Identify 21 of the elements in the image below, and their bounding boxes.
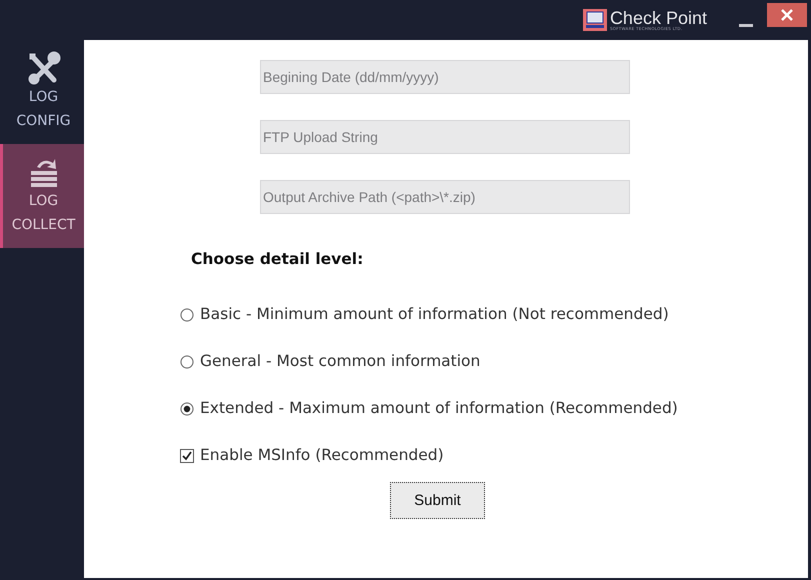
- close-button[interactable]: [767, 3, 807, 27]
- computer-logo-icon: [582, 9, 607, 31]
- option-label: General - Most common information: [200, 351, 480, 372]
- minimize-icon[interactable]: [739, 24, 753, 26]
- logo-text: Check Point: [610, 9, 707, 27]
- wrench-screwdriver-icon: [26, 51, 60, 85]
- close-icon: [780, 8, 794, 22]
- radio-button[interactable]: [180, 402, 194, 416]
- radio-button[interactable]: [180, 308, 194, 322]
- section-heading: Choose detail level:: [191, 250, 364, 268]
- submit-button[interactable]: Submit: [390, 482, 485, 519]
- checkbox[interactable]: [180, 448, 194, 462]
- input-field[interactable]: FTP Upload String: [260, 120, 630, 154]
- checkbox-label: Enable MSInfo (Recommended): [200, 445, 444, 466]
- option-label: Extended - Maximum amount of information (Recommended): [200, 398, 678, 419]
- sidebar-item[interactable]: LOG CONFIG: [0, 40, 84, 144]
- option-label: Basic - Minimum amount of information (Not recommended): [200, 304, 669, 325]
- input-field[interactable]: Output Archive Path (<path>\*.zip): [260, 180, 630, 214]
- input-field[interactable]: Begining Date (dd/mm/yyyy): [260, 60, 630, 94]
- sidebar-item[interactable]: LOG COLLECT: [0, 144, 84, 248]
- radio-button[interactable]: [180, 354, 194, 368]
